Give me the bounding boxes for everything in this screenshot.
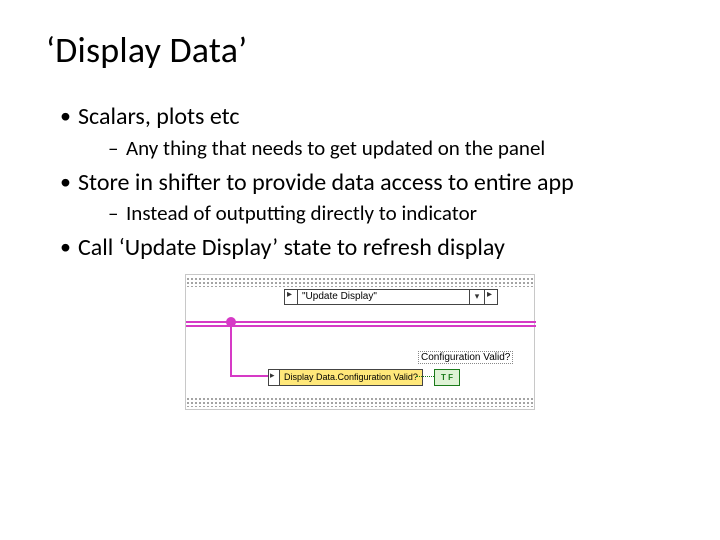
unbundle-field-label: Display Data.Configuration Valid? (280, 370, 422, 385)
loop-border-bottom (186, 397, 534, 407)
bullet-item: Call ‘Update Display’ state to refresh d… (60, 233, 674, 264)
bullet-text: Call ‘Update Display’ state to refresh d… (78, 233, 505, 262)
sub-bullet-item: Any thing that needs to get updated on t… (108, 135, 674, 162)
boolean-indicator-terminal: T F (434, 369, 460, 386)
sub-bullet-list: Any thing that needs to get updated on t… (78, 135, 674, 162)
bullet-list: Scalars, plots etc Any thing that needs … (46, 102, 674, 264)
cluster-wire (186, 325, 536, 327)
sub-bullet-text: Any thing that needs to get updated on t… (126, 135, 545, 161)
cluster-wire (186, 321, 536, 323)
sub-bullet-item: Instead of outputting directly to indica… (108, 200, 674, 227)
unbundle-handle-icon (269, 370, 280, 385)
block-diagram: "Update Display" Display Data.Configurat… (185, 274, 535, 410)
slide: ‘Display Data’ Scalars, plots etc Any th… (0, 0, 720, 540)
cluster-wire (230, 375, 268, 377)
case-label: "Update Display" (298, 291, 469, 302)
case-dropdown-icon (469, 290, 484, 304)
loop-border-top (186, 277, 534, 287)
unbundle-by-name-node: Display Data.Configuration Valid? (268, 369, 423, 386)
bullet-item: Scalars, plots etc Any thing that needs … (60, 102, 674, 162)
case-prev-icon (285, 290, 298, 304)
bullet-text: Scalars, plots etc (78, 102, 240, 131)
block-diagram-wrap: "Update Display" Display Data.Configurat… (185, 274, 535, 410)
boolean-wire (416, 376, 434, 377)
sub-bullet-list: Instead of outputting directly to indica… (78, 200, 674, 227)
case-next-icon (484, 290, 497, 304)
sub-bullet-text: Instead of outputting directly to indica… (126, 200, 477, 226)
case-selector: "Update Display" (284, 289, 498, 305)
bullet-item: Store in shifter to provide data access … (60, 168, 674, 228)
cluster-wire (230, 321, 232, 377)
bullet-text: Store in shifter to provide data access … (78, 168, 574, 197)
indicator-label: Configuration Valid? (418, 351, 513, 364)
slide-title: ‘Display Data’ (46, 28, 674, 72)
